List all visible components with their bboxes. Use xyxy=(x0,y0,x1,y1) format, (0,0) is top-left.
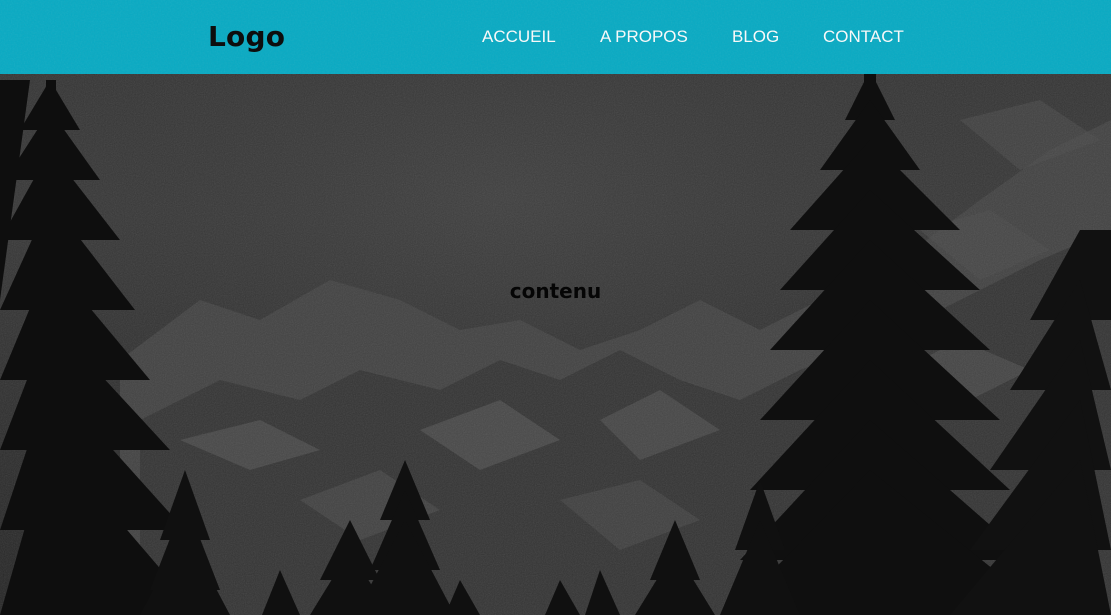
nav-link-blog[interactable]: BLOG xyxy=(732,26,779,48)
top-navbar: Logo ACCUEIL A PROPOS BLOG CONTACT xyxy=(0,0,1111,74)
nav-link-accueil[interactable]: ACCUEIL xyxy=(482,26,556,48)
nav-link-contact[interactable]: CONTACT xyxy=(823,26,904,48)
page: Logo ACCUEIL A PROPOS BLOG CONTACT conte… xyxy=(0,0,1111,615)
main-content: contenu xyxy=(509,279,602,303)
dark-overlay xyxy=(0,0,1111,615)
site-logo[interactable]: Logo xyxy=(208,18,285,56)
nav-link-a-propos[interactable]: A PROPOS xyxy=(600,26,688,48)
